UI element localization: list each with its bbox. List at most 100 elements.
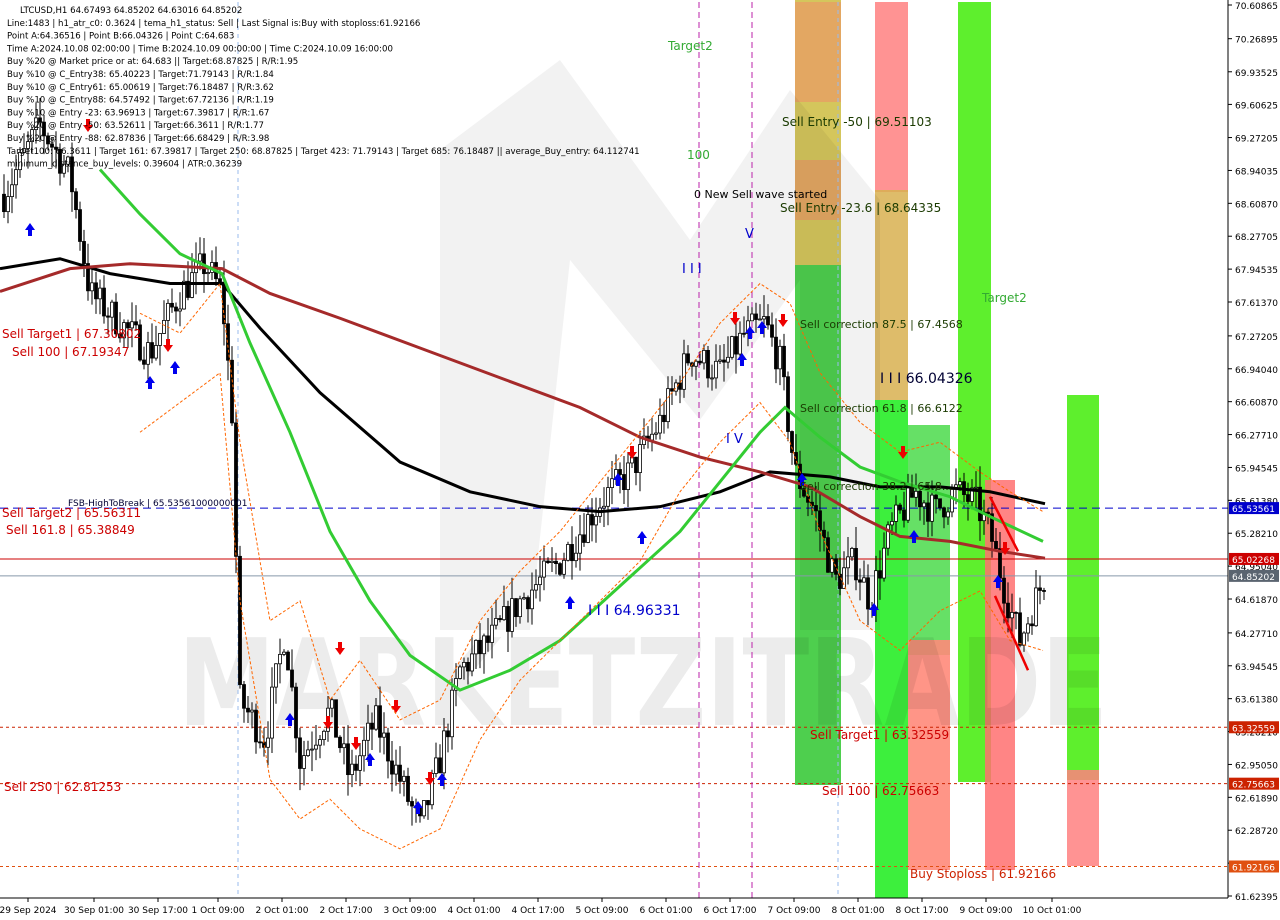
candle-body	[606, 487, 610, 507]
candle-body	[814, 505, 818, 512]
candle-body	[670, 388, 674, 392]
price-tick-label: 68.60870	[1235, 200, 1278, 210]
candle-body	[134, 321, 138, 326]
time-tick-label: 30 Sep 17:00	[128, 906, 188, 916]
candle-body	[94, 282, 98, 300]
candle-body	[922, 502, 926, 508]
candle-body	[1018, 612, 1022, 646]
candle-body	[306, 749, 310, 757]
candle-body	[738, 332, 742, 355]
candle-body	[754, 313, 758, 320]
candle-body	[490, 624, 494, 643]
sell-target1-label: Sell Target1 | 63.32559	[810, 728, 949, 742]
candle-body	[770, 324, 774, 338]
candle-body	[298, 737, 302, 769]
price-tick-label: 62.95050	[1235, 761, 1278, 771]
candle-body	[658, 414, 662, 434]
candle-body	[778, 345, 782, 370]
sell-correction-875-label: Sell correction 87.5 | 67.4568	[800, 318, 963, 331]
candle-body	[286, 651, 290, 671]
candle-body	[730, 336, 734, 358]
time-tick-label: 7 Oct 09:00	[768, 906, 821, 916]
sell-arrow-icon	[778, 314, 788, 327]
candle-body	[862, 577, 866, 583]
price-tick-label: 62.28720	[1235, 827, 1278, 837]
candle-body	[6, 196, 10, 213]
candle-body	[150, 342, 154, 359]
candle-body	[930, 494, 934, 522]
candle-body	[722, 359, 726, 363]
candle-body	[250, 709, 254, 713]
candle-body	[338, 736, 342, 749]
candle-body	[506, 606, 510, 632]
price-tick-label: 61.62395	[1235, 893, 1278, 903]
candle-body	[350, 763, 354, 776]
candle-body	[362, 739, 366, 757]
buy-arrow-icon	[170, 361, 180, 374]
price-chart[interactable]: MARKETZITRADE Sell Target1 | 67.30802 Se…	[0, 0, 1280, 920]
candle-body	[450, 689, 454, 738]
price-tick-label: 63.94545	[1235, 663, 1278, 673]
candle-body	[622, 474, 626, 490]
candle-body	[238, 555, 242, 685]
candle-body	[590, 514, 594, 526]
candle-body	[354, 763, 358, 771]
candle-body	[330, 699, 334, 709]
candle-body	[562, 559, 566, 575]
candle-body	[166, 302, 170, 321]
zone-band	[875, 2, 908, 192]
candle-body	[1026, 623, 1030, 634]
candle-body	[178, 308, 182, 312]
candle-body	[462, 661, 466, 668]
candle-body	[842, 567, 846, 589]
candle-body	[82, 241, 86, 264]
candle-body	[402, 775, 406, 782]
candle-body	[206, 272, 210, 275]
candle-body	[1002, 577, 1006, 604]
price-tick-label: 69.93525	[1235, 69, 1278, 79]
candle-body	[182, 280, 186, 310]
time-tick-label: 4 Oct 01:00	[448, 906, 501, 916]
price-tick-label: 63.61380	[1235, 696, 1278, 706]
candle-body	[634, 456, 638, 474]
buy-arrow-icon	[565, 596, 575, 609]
wave-iv-label: I V	[726, 432, 743, 447]
candle-body	[10, 184, 14, 198]
candle-body	[458, 666, 462, 679]
candle-body	[994, 541, 998, 549]
time-tick-label: 8 Oct 01:00	[832, 906, 885, 916]
candle-body	[142, 359, 146, 365]
time-tick-label: 5 Oct 09:00	[576, 906, 629, 916]
candle-body	[234, 422, 238, 557]
candle-body	[578, 534, 582, 554]
sell-entry-50-label: Sell Entry -50 | 69.51103	[782, 115, 932, 129]
candle-body	[974, 486, 978, 489]
candle-body	[406, 775, 410, 802]
candle-body	[1022, 632, 1026, 646]
candle-body	[686, 353, 690, 364]
watermark-text: MARKETZITRADE	[178, 615, 1108, 754]
price-badge-label: 63.32559	[1232, 724, 1275, 734]
candle-body	[1010, 612, 1014, 619]
target2-right-label: Target2	[981, 291, 1027, 305]
candle-body	[522, 597, 526, 600]
candle-body	[674, 382, 678, 392]
candle-body	[718, 359, 722, 362]
candle-body	[446, 730, 450, 738]
candle-body	[246, 707, 250, 713]
candle-body	[926, 502, 930, 522]
buy-stoploss-label: Buy Stoploss | 61.92166	[910, 867, 1056, 881]
sell-161-label: Sell 161.8 | 65.38849	[6, 523, 135, 537]
candle-body	[242, 684, 246, 709]
candle-body	[254, 709, 258, 743]
candle-body	[526, 597, 530, 610]
candle-body	[762, 316, 766, 320]
info-line: Buy %10 @ C_Entry88: 64.57492 | Target:6…	[7, 96, 274, 106]
candle-body	[998, 548, 1002, 579]
candle-body	[394, 764, 398, 775]
price-tick-label: 64.61870	[1235, 596, 1278, 606]
candle-body	[190, 272, 194, 298]
candle-body	[426, 800, 430, 806]
candle-body	[854, 548, 858, 581]
price-tick-label: 70.26895	[1235, 36, 1278, 46]
